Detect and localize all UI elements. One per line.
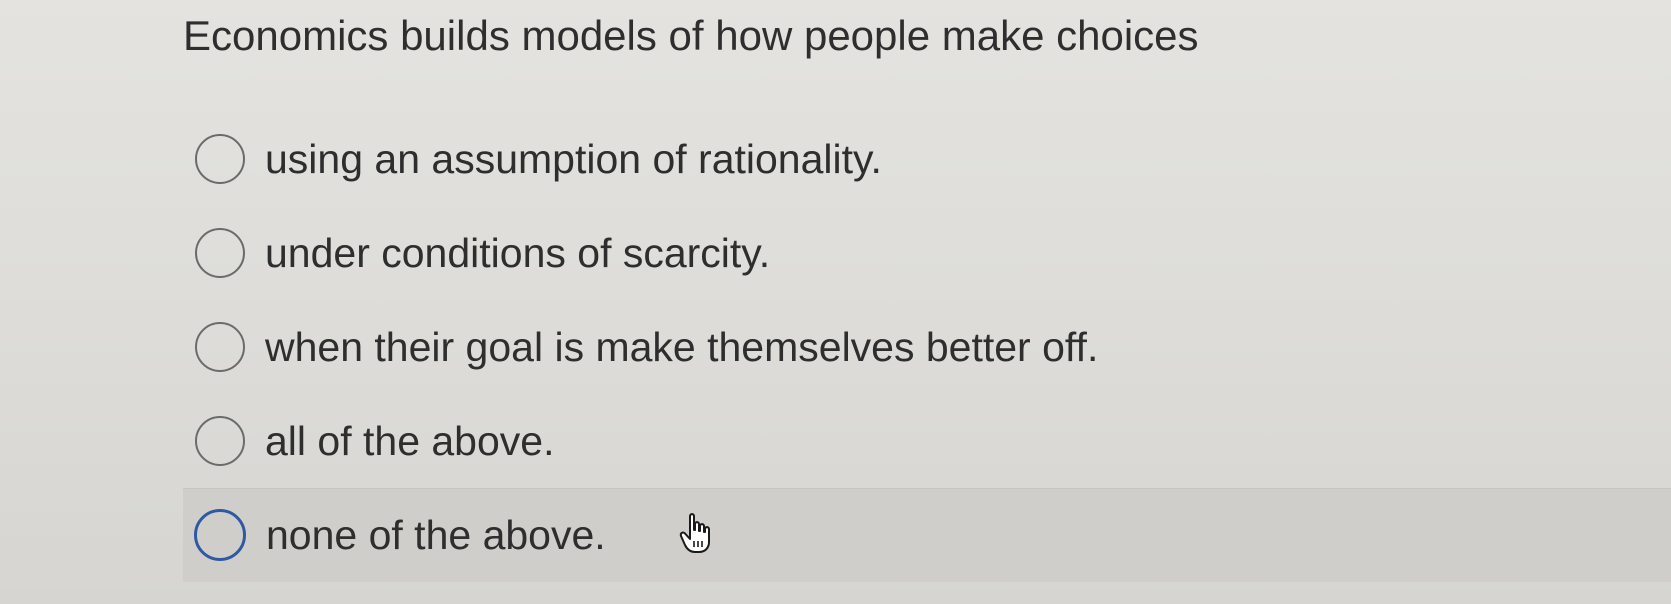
option-label: using an assumption of rationality.: [265, 136, 882, 182]
hand-pointer-icon: [679, 513, 710, 553]
option-none-of-the-above[interactable]: none of the above.: [183, 488, 1671, 582]
radio-button[interactable]: [194, 509, 246, 561]
radio-button[interactable]: [195, 322, 245, 372]
question-text: Economics builds models of how people ma…: [183, 12, 1199, 59]
radio-button[interactable]: [195, 134, 245, 184]
option-better-off[interactable]: when their goal is make themselves bette…: [183, 300, 1671, 394]
option-label: all of the above.: [265, 418, 555, 464]
option-label: when their goal is make themselves bette…: [265, 324, 1099, 370]
radio-button[interactable]: [195, 228, 245, 278]
option-all-of-the-above[interactable]: all of the above.: [183, 394, 1671, 488]
option-rationality[interactable]: using an assumption of rationality.: [183, 112, 1671, 206]
option-label: none of the above.: [266, 512, 606, 558]
answer-options: using an assumption of rationality. unde…: [183, 112, 1671, 582]
option-label: under conditions of scarcity.: [265, 230, 771, 276]
option-scarcity[interactable]: under conditions of scarcity.: [183, 206, 1671, 300]
radio-button[interactable]: [195, 416, 245, 466]
